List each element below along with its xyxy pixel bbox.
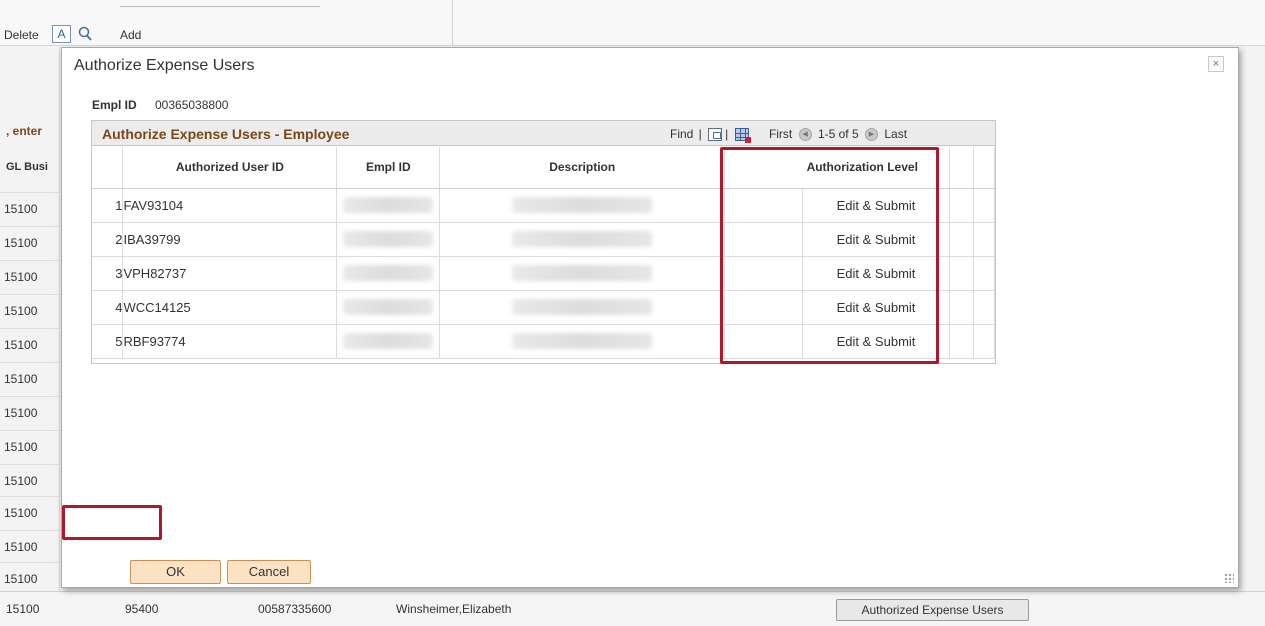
empl-id-cell [336, 290, 441, 325]
grid-title: Authorize Expense Users - Employee [102, 126, 350, 142]
column-header-empl-id[interactable]: Empl ID [336, 147, 441, 189]
column-header-description[interactable]: Description [439, 147, 726, 189]
authorized-user-id: VPH82737 [122, 256, 338, 291]
description-cell [439, 290, 726, 325]
divider [120, 6, 320, 7]
row-number: 1 [92, 188, 124, 223]
find-link[interactable]: Find [670, 127, 693, 141]
authorized-expense-users-button[interactable]: Authorized Expense Users [836, 599, 1029, 621]
grid-header-bar: Authorize Expense Users - Employee Find … [92, 121, 995, 146]
row-number: 4 [92, 290, 124, 325]
cancel-button[interactable]: Cancel [227, 560, 311, 584]
download-grid-icon[interactable] [734, 128, 751, 144]
authorized-user-id: WCC14125 [122, 290, 338, 325]
delete-link[interactable]: Delete [4, 28, 39, 42]
background-row: 15100 [0, 396, 60, 429]
bottom-cell-department: 95400 [125, 602, 159, 616]
add-link[interactable]: Add [120, 28, 141, 42]
authorized-user-id: RBF93774 [122, 324, 338, 359]
background-row: 15100 [0, 430, 60, 463]
row-range: 1-5 of 5 [817, 127, 859, 141]
divider [452, 0, 453, 46]
bottom-cell-name: Winsheimer,Elizabeth [396, 602, 512, 616]
column-header-authorized-user-id[interactable]: Authorized User ID [122, 147, 338, 189]
empl-id-value: 00365038800 [155, 98, 229, 112]
authorized-user-id: IBA39799 [122, 222, 338, 257]
description-cell [439, 324, 726, 359]
background-row: 15100 [0, 328, 60, 361]
background-heading: , enter [6, 124, 43, 138]
background-row: 15100 [0, 260, 60, 293]
next-arrow-icon[interactable]: ▶ [865, 128, 878, 142]
background-row: 15100 [0, 362, 60, 395]
background-row: 15100 [0, 294, 60, 327]
empl-id-cell [336, 222, 441, 257]
bottom-cell-business-unit: 15100 [6, 602, 40, 616]
empl-id-cell [336, 324, 441, 359]
background-row: 15100 [0, 192, 60, 225]
row-number: 2 [92, 222, 124, 257]
empl-id-cell [336, 188, 441, 223]
background-row: 15100 [0, 530, 60, 563]
dialog-title: Authorize Expense Users [74, 57, 255, 74]
view-all-popup-icon[interactable] [708, 128, 723, 142]
description-cell [439, 256, 726, 291]
background-row: 15100 [0, 464, 60, 497]
description-cell [439, 188, 726, 223]
ok-button[interactable]: OK [130, 560, 221, 584]
authorized-user-id: FAV93104 [122, 188, 338, 223]
search-icon[interactable] [78, 26, 92, 42]
close-icon[interactable]: × [1208, 56, 1224, 72]
a-input[interactable]: A [52, 25, 71, 43]
description-cell [439, 222, 726, 257]
first-link[interactable]: First [769, 127, 792, 141]
background-row: 15100 [0, 226, 60, 259]
row-number: 3 [92, 256, 124, 291]
row-number: 5 [92, 324, 124, 359]
ok-button-highlight [62, 505, 162, 540]
gl-business-column-header: GL Busi [6, 161, 48, 173]
background-row: 15100 [0, 496, 60, 529]
authorize-expense-users-dialog: Authorize Expense Users × Empl ID 003650… [61, 47, 1239, 588]
background-bottom-row: 15100 95400 00587335600 Winsheimer,Eliza… [0, 591, 1265, 626]
bottom-cell-empl-id: 00587335600 [258, 602, 332, 616]
grid-navigation: Find | | First ◀ 1-5 of 5 ▶ Last [670, 127, 908, 144]
last-link[interactable]: Last [884, 127, 907, 141]
empl-id-label: Empl ID [92, 98, 137, 112]
previous-arrow-icon[interactable]: ◀ [798, 128, 812, 142]
empl-id-cell [336, 256, 441, 291]
authorization-level-highlight [720, 147, 939, 364]
resize-grip-icon[interactable] [1224, 573, 1234, 583]
